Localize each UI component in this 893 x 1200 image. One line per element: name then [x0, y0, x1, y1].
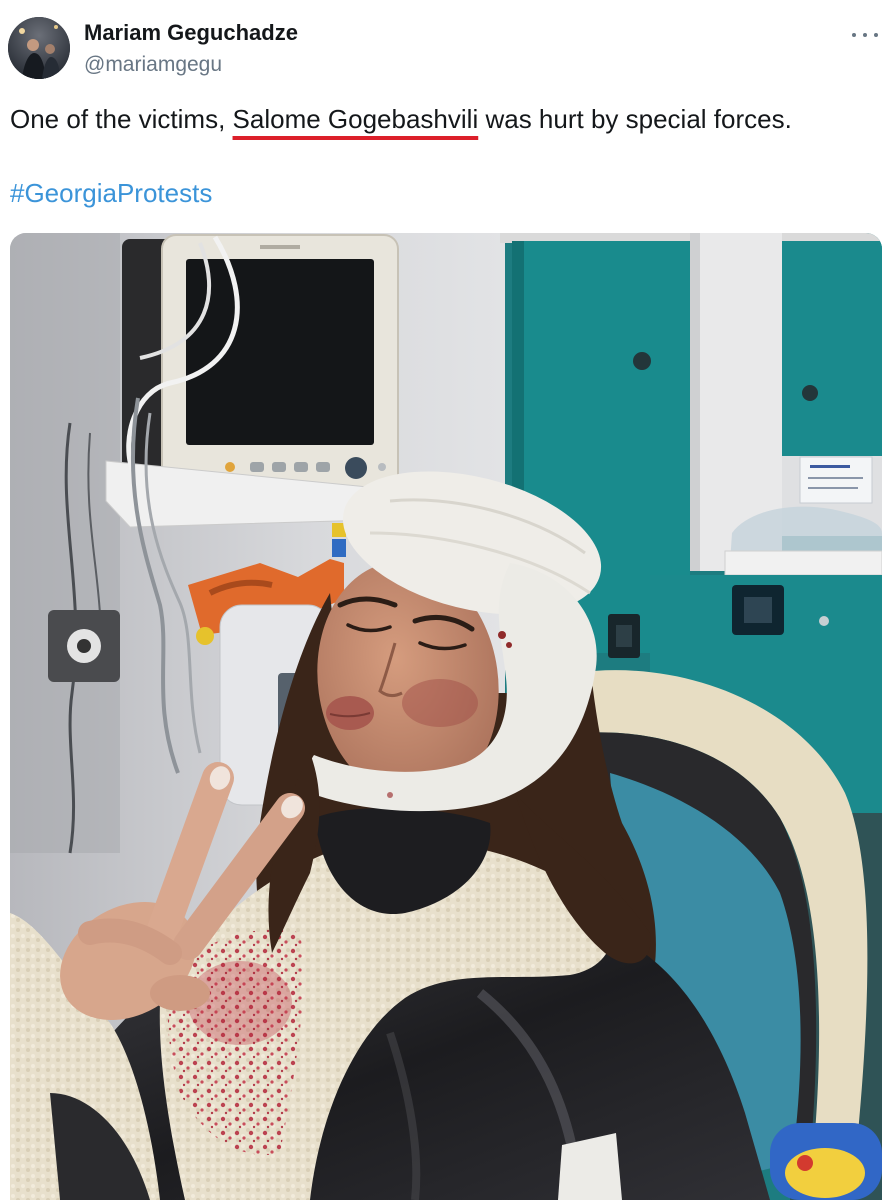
right-upper-cabinet	[782, 241, 882, 456]
avatar-person-head	[27, 39, 39, 51]
monitor-button	[272, 462, 286, 472]
highlighted-victim-name: Salome Gogebashvili	[232, 104, 479, 134]
tweet-card[interactable]: Mariam Geguchadze @mariamgegu One of the…	[0, 0, 893, 1200]
more-dot	[852, 33, 856, 37]
tweet-text-before: One of the victims,	[10, 104, 233, 134]
toy-red-dot	[797, 1155, 813, 1171]
bandage-blood-spot	[498, 631, 506, 639]
cabinet-knob	[802, 385, 818, 401]
cheek-bruise	[402, 679, 478, 727]
monitor-power-light	[225, 462, 235, 472]
toy-yellow-part	[785, 1148, 865, 1198]
outlet-hole	[77, 639, 91, 653]
monitor-button	[250, 462, 264, 472]
more-dot	[863, 33, 867, 37]
bandage-blood-spot	[506, 642, 512, 648]
avatar[interactable]	[8, 17, 70, 79]
photo-illustration	[10, 233, 882, 1200]
tweet-photo[interactable]	[10, 233, 882, 1200]
tweet-text: One of the victims, Salome Gogebashvili …	[10, 103, 792, 135]
folded-fingers	[150, 975, 210, 1011]
shelf	[724, 550, 882, 576]
author-name[interactable]: Mariam Geguchadze	[84, 20, 298, 46]
sign-line	[810, 465, 850, 468]
author-handle[interactable]: @mariamgegu	[84, 53, 222, 77]
cabinet-knob	[633, 352, 651, 370]
cabinet-lock-inner	[616, 625, 632, 647]
sign-line	[808, 487, 858, 489]
more-dot	[874, 33, 878, 37]
bandage-blood-spot	[387, 792, 393, 798]
yellow-knob	[196, 627, 214, 645]
monitor-brand-mark	[260, 245, 300, 249]
avatar-light	[54, 25, 58, 29]
monitor-screen	[186, 259, 374, 445]
more-horizontal-icon[interactable]	[852, 31, 878, 39]
avatar-light	[19, 28, 25, 34]
cabinet-handle-inner	[744, 597, 772, 623]
avatar-person-head	[45, 44, 55, 54]
tweet-text-after: was hurt by special forces.	[478, 104, 792, 134]
hashtag-link[interactable]: #GeorgiaProtests	[10, 177, 212, 209]
cabinet-screw	[819, 616, 829, 626]
monitor-knob	[345, 457, 367, 479]
pillar-shadow	[690, 233, 700, 571]
monitor-button	[316, 462, 330, 472]
wall-shadow	[10, 233, 120, 853]
sign-line	[808, 477, 863, 479]
info-sign	[799, 456, 873, 504]
monitor-button	[294, 462, 308, 472]
small-blue-item	[332, 539, 346, 557]
monitor-indicator	[378, 463, 386, 471]
avatar-photo	[8, 17, 70, 79]
